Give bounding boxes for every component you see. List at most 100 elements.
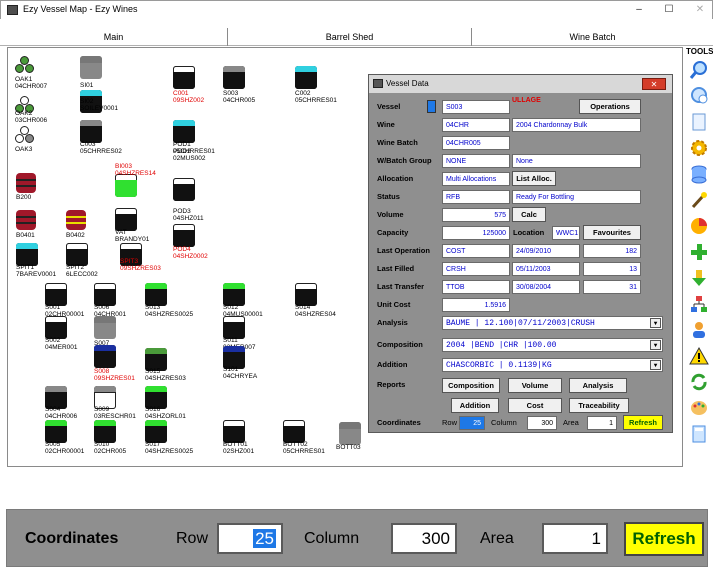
chevron-down-icon[interactable]: ▼ — [650, 318, 661, 328]
zoom-column-field[interactable]: 300 — [391, 523, 457, 554]
tank[interactable] — [16, 243, 38, 266]
last-filled-number-field[interactable]: 13 — [583, 262, 641, 276]
tank[interactable] — [223, 316, 245, 339]
tank[interactable] — [283, 420, 305, 443]
database-icon[interactable] — [689, 164, 709, 184]
tank[interactable] — [173, 66, 195, 89]
magnifier-icon[interactable] — [689, 60, 709, 80]
wand-icon[interactable] — [689, 190, 709, 210]
tank[interactable] — [173, 120, 195, 143]
zoom-area-field[interactable]: 1 — [542, 523, 608, 554]
download-icon[interactable] — [689, 268, 709, 288]
tank[interactable] — [115, 208, 137, 231]
tank[interactable] — [339, 422, 361, 445]
tank[interactable] — [45, 316, 67, 339]
oak-icon[interactable] — [15, 56, 35, 74]
add-icon[interactable] — [689, 242, 709, 262]
user-icon[interactable] — [689, 320, 709, 340]
composition-combo[interactable]: 2004 |BEND |CHR |100.00 ▼ — [442, 338, 663, 352]
barrel[interactable] — [16, 173, 36, 193]
analysis-combo[interactable]: BAUME | 12.100|07/11/2003|CRUSH ▼ — [442, 316, 663, 330]
close-button[interactable]: ✕ — [691, 2, 709, 18]
refresh-icon[interactable] — [689, 372, 709, 392]
chevron-down-icon[interactable]: ▼ — [650, 340, 661, 350]
tank[interactable] — [145, 420, 167, 443]
barrel[interactable] — [16, 210, 36, 230]
tank[interactable] — [295, 283, 317, 306]
tank[interactable] — [94, 316, 116, 339]
volume-report-button[interactable]: Volume — [508, 378, 562, 393]
analysis-report-button[interactable]: Analysis — [569, 378, 627, 393]
tank[interactable] — [223, 420, 245, 443]
last-operation-date-field[interactable]: 24/09/2010 — [512, 244, 580, 258]
tank[interactable] — [223, 66, 245, 89]
composition-report-button[interactable]: Composition — [442, 378, 500, 393]
location-field[interactable]: WWC1 — [552, 226, 580, 240]
tank[interactable] — [223, 283, 245, 306]
tab-barrel-shed[interactable]: Barrel Shed — [228, 28, 472, 46]
addition-report-button[interactable]: Addition — [451, 398, 499, 413]
dialog-close-button[interactable]: ✕ — [642, 78, 666, 90]
minimize-button[interactable]: – — [630, 2, 648, 18]
tank[interactable] — [66, 243, 88, 266]
allocation-field[interactable]: Multi Allocations — [442, 172, 510, 186]
zoom-row-field[interactable]: 25 — [217, 523, 283, 554]
favourites-button[interactable]: Favourites — [583, 225, 641, 240]
status-code-field[interactable]: RFB — [442, 190, 510, 204]
list-allocations-button[interactable]: List Alloc. — [512, 171, 556, 186]
tank[interactable] — [94, 345, 116, 368]
traceability-report-button[interactable]: Traceability — [569, 398, 629, 413]
wine-batch-field[interactable]: 04CHR005 — [442, 136, 510, 150]
pie-chart-icon[interactable] — [689, 216, 709, 236]
volume-field[interactable]: 575 — [442, 208, 510, 222]
capacity-field[interactable]: 125000 — [442, 226, 510, 240]
wine-code-field[interactable]: 04CHR — [442, 118, 510, 132]
last-transfer-number-field[interactable]: 31 — [583, 280, 641, 294]
unit-cost-field[interactable]: 1.5916 — [442, 298, 510, 312]
addition-combo[interactable]: CHASCORBIC | 0.1139|KG ▼ — [442, 358, 663, 372]
last-transfer-code-field[interactable]: TTOB — [442, 280, 510, 294]
palette-icon[interactable] — [689, 398, 709, 418]
batch-group-code-field[interactable]: NONE — [442, 154, 510, 168]
document-icon[interactable] — [689, 112, 709, 132]
gear-icon[interactable] — [689, 138, 709, 158]
last-filled-code-field[interactable]: CRSH — [442, 262, 510, 276]
zoom-out-icon[interactable] — [689, 86, 709, 106]
tank[interactable] — [295, 66, 317, 89]
tank[interactable] — [80, 120, 102, 143]
maximize-button[interactable]: ☐ — [660, 2, 678, 18]
tank[interactable] — [145, 283, 167, 306]
batch-group-description-field[interactable]: None — [512, 154, 641, 168]
cost-report-button[interactable]: Cost — [508, 398, 562, 413]
area-field[interactable]: 1 — [587, 416, 617, 430]
barrel[interactable] — [66, 210, 86, 230]
last-operation-code-field[interactable]: COST — [442, 244, 510, 258]
oak-icon[interactable] — [15, 126, 35, 144]
vessel-selector[interactable] — [427, 100, 436, 113]
tab-main[interactable]: Main — [0, 28, 228, 46]
zoom-refresh-button[interactable]: Refresh — [624, 522, 704, 556]
refresh-button[interactable]: Refresh — [623, 415, 663, 430]
last-filled-date-field[interactable]: 05/11/2003 — [512, 262, 580, 276]
vessel-field[interactable]: S003 — [442, 100, 510, 114]
column-field[interactable]: 300 — [527, 416, 557, 430]
calc-button[interactable]: Calc — [512, 207, 546, 222]
row-field[interactable]: 25 — [459, 416, 485, 430]
tank[interactable] — [45, 420, 67, 443]
last-transfer-date-field[interactable]: 30/08/2004 — [512, 280, 580, 294]
silo-tank[interactable] — [80, 56, 102, 79]
tank[interactable] — [94, 283, 116, 306]
wine-description-field[interactable]: 2004 Chardonnay Bulk — [512, 118, 641, 132]
tank[interactable] — [115, 174, 137, 197]
status-description-field[interactable]: Ready For Bottling — [512, 190, 641, 204]
calculator-icon[interactable] — [689, 424, 709, 444]
tank[interactable] — [45, 283, 67, 306]
tab-wine-batch[interactable]: Wine Batch — [472, 28, 713, 46]
last-operation-number-field[interactable]: 182 — [583, 244, 641, 258]
tank[interactable] — [173, 178, 195, 201]
tank[interactable] — [173, 224, 195, 247]
tank[interactable] — [94, 420, 116, 443]
chevron-down-icon[interactable]: ▼ — [650, 360, 661, 370]
operations-button[interactable]: Operations — [579, 99, 641, 114]
hierarchy-icon[interactable] — [689, 294, 709, 314]
